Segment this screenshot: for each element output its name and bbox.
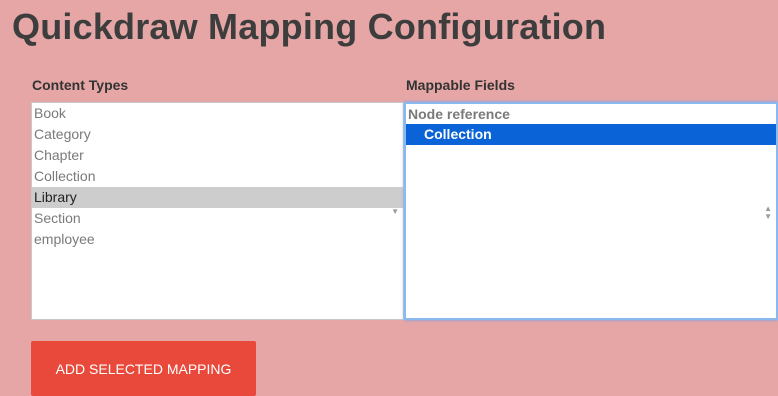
content-type-option-collection[interactable]: Collection [32, 166, 403, 187]
content-types-label: Content Types [32, 77, 129, 93]
mappable-fields-listbox[interactable]: Node reference Collection ▲ ▼ [404, 102, 778, 320]
content-type-option-employee[interactable]: employee [32, 229, 403, 250]
page-title: Quickdraw Mapping Configuration [12, 6, 607, 47]
add-selected-mapping-button[interactable]: ADD SELECTED MAPPING [31, 341, 256, 396]
mappable-fields-label: Mappable Fields [406, 77, 515, 93]
content-type-option-section[interactable]: Section [32, 208, 403, 229]
content-type-option-library[interactable]: Library [32, 187, 403, 208]
content-type-option-chapter[interactable]: Chapter [32, 145, 403, 166]
mappable-field-option-collection[interactable]: Collection [406, 124, 776, 145]
content-type-option-book[interactable]: Book [32, 103, 403, 124]
content-types-listbox[interactable]: Book Category Chapter Collection Library… [31, 102, 404, 320]
scroll-arrow-down-icon[interactable]: ▼ [391, 208, 399, 216]
optgroup-node-reference: Node reference [408, 106, 510, 122]
content-type-option-category[interactable]: Category [32, 124, 403, 145]
select-stepper-icon[interactable]: ▲ ▼ [764, 205, 772, 221]
